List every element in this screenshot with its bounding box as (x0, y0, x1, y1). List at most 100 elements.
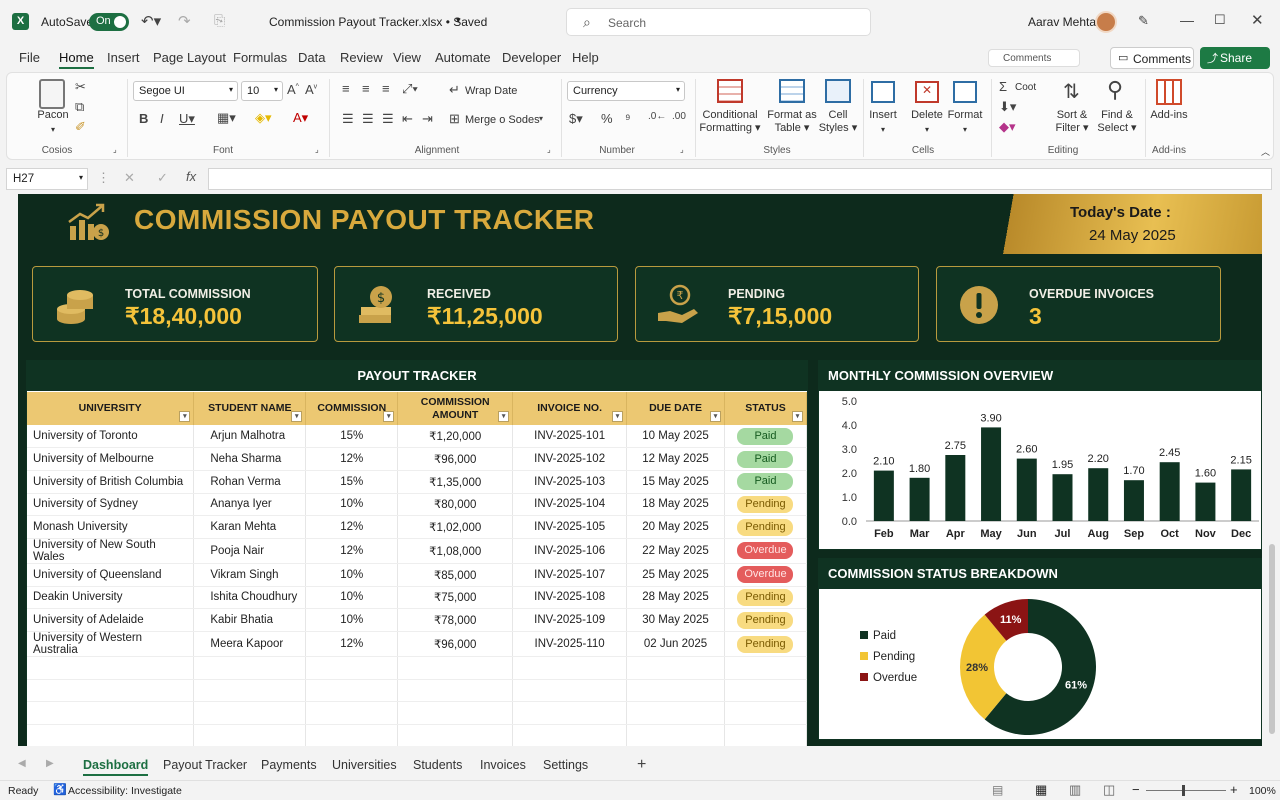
table-cell[interactable]: ₹80,000 (397, 493, 514, 517)
table-cell[interactable]: INV-2025-102 (512, 447, 628, 471)
autosum-icon[interactable]: Σ (999, 79, 1007, 94)
font-name-combo[interactable]: Segoe UI ▾ (133, 81, 238, 101)
table-cell[interactable]: ₹75,000 (397, 586, 514, 610)
table-cell[interactable]: INV-2025-105 (512, 515, 628, 539)
decrease-indent-icon[interactable]: ⇤ (402, 111, 413, 127)
table-row[interactable]: University of New South Wales Pooja Nair 1… (27, 538, 808, 564)
more-icon[interactable]: ⋮ (97, 170, 110, 186)
table-cell[interactable]: 02 Jun 2025 (626, 631, 725, 657)
empty-cell[interactable] (305, 724, 399, 746)
align-bottom-icon[interactable]: ≡ (382, 81, 390, 96)
page-break-view-icon[interactable]: ◫ (1103, 782, 1115, 798)
page-layout-view-icon[interactable]: ▥ (1069, 782, 1081, 798)
table-cell[interactable]: 15 May 2025 (626, 470, 725, 494)
increase-decimal-icon[interactable]: .0← (648, 111, 666, 122)
column-header[interactable]: COMMISSION AMOUNT ▾ (397, 392, 514, 425)
table-cell[interactable]: Ananya Iyer (193, 493, 307, 517)
delete-cells-icon[interactable]: ✕ (915, 81, 939, 103)
empty-cell[interactable] (724, 679, 808, 703)
table-cell[interactable]: ₹1,08,000 (397, 538, 514, 564)
redo-icon[interactable]: ↷ (178, 12, 191, 30)
table-cell[interactable]: ₹1,35,000 (397, 470, 514, 494)
share-button[interactable]: ⤴ Share (1200, 47, 1270, 69)
table-cell[interactable]: 28 May 2025 (626, 586, 725, 610)
empty-cell[interactable] (626, 679, 725, 703)
tab-students[interactable]: Students (413, 758, 462, 772)
clear-icon[interactable]: ◆▾ (999, 119, 1016, 135)
tab-invoices[interactable]: Invoices (480, 758, 526, 772)
table-row[interactable]: Monash University Karan Mehta 12% ₹1,02,000… (27, 515, 808, 539)
table-cell[interactable]: INV-2025-103 (512, 470, 628, 494)
table-cell[interactable]: 10% (305, 608, 399, 632)
borders-icon[interactable]: ▦▾ (217, 110, 236, 126)
find-select-button[interactable]: Find & Select ▾ (1095, 109, 1139, 135)
table-cell[interactable]: University of New South Wales (27, 538, 195, 564)
empty-cell[interactable] (724, 701, 808, 726)
status-cell[interactable]: Paid (724, 447, 808, 471)
percent-icon[interactable]: % (601, 111, 613, 126)
shrink-font-icon[interactable]: Av (305, 82, 317, 97)
table-cell[interactable]: Deakin University (27, 586, 195, 610)
table-cell[interactable]: Kabir Bhatia (193, 608, 307, 632)
quick-access-icon[interactable]: ⎘ (214, 12, 225, 29)
empty-cell[interactable] (27, 679, 195, 703)
zoom-out-icon[interactable]: − (1132, 782, 1140, 797)
empty-cell[interactable] (193, 679, 307, 703)
table-cell[interactable]: Arjun Malhotra (193, 425, 307, 449)
table-row[interactable]: University of Toronto Arjun Malhotra 15% ₹1… (27, 425, 808, 449)
table-cell[interactable]: Neha Sharma (193, 447, 307, 471)
table-row[interactable]: University of Melbourne Neha Sharma 12% ₹96… (27, 447, 808, 471)
column-header[interactable]: UNIVERSITY ▾ (27, 392, 195, 425)
table-cell[interactable]: INV-2025-104 (512, 493, 628, 517)
normal-view-icon[interactable]: ▦ (1035, 782, 1047, 798)
menu-formulas[interactable]: Formulas (233, 50, 287, 65)
currency-icon[interactable]: $▾ (569, 111, 583, 127)
status-cell[interactable]: Paid (724, 425, 808, 449)
table-cell[interactable]: 12% (305, 538, 399, 564)
status-cell[interactable]: Overdue (724, 563, 808, 587)
dialog-launcher-icon[interactable]: ⌟ (113, 145, 117, 154)
close-icon[interactable]: ✕ (1251, 11, 1264, 29)
table-cell[interactable]: ₹1,20,000 (397, 425, 514, 449)
table-cell[interactable]: INV-2025-101 (512, 425, 628, 449)
align-center-icon[interactable]: ☰ (362, 111, 374, 127)
table-cell[interactable]: ₹78,000 (397, 608, 514, 632)
user-name[interactable]: Aarav Mehta (1028, 15, 1096, 29)
empty-cell[interactable] (27, 656, 195, 680)
cell-styles-icon[interactable] (825, 79, 851, 103)
align-right-icon[interactable]: ☰ (382, 111, 394, 127)
empty-cell[interactable] (724, 724, 808, 746)
font-size-combo[interactable]: 10 ▾ (241, 81, 283, 101)
table-cell[interactable]: University of British Columbia (27, 470, 195, 494)
table-cell[interactable]: University of Melbourne (27, 447, 195, 471)
sort-filter-button[interactable]: Sort & Filter ▾ (1047, 109, 1097, 135)
comma-icon[interactable]: ⁹ (625, 111, 631, 126)
table-row[interactable]: University of British Columbia Rohan Verm… (27, 470, 808, 494)
enter-icon[interactable]: ✓ (157, 170, 168, 186)
table-cell[interactable]: 10% (305, 586, 399, 610)
comments-button[interactable]: ▭ Comments (1110, 47, 1194, 69)
table-cell[interactable]: 12% (305, 447, 399, 471)
table-cell[interactable]: INV-2025-108 (512, 586, 628, 610)
table-cell[interactable]: Meera Kapoor (193, 631, 307, 657)
tab-payments[interactable]: Payments (261, 758, 317, 772)
table-cell[interactable]: Monash University (27, 515, 195, 539)
zoom-slider[interactable] (1146, 785, 1226, 796)
table-cell[interactable]: INV-2025-106 (512, 538, 628, 564)
pen-icon[interactable]: ✎ (1138, 13, 1149, 29)
copy-icon[interactable]: ⧉ (75, 99, 84, 115)
menu-file[interactable]: File (19, 50, 40, 65)
insert-cells-icon[interactable] (871, 81, 895, 103)
font-color-icon[interactable]: A▾ (293, 110, 308, 126)
empty-cell[interactable] (626, 724, 725, 746)
table-row[interactable]: Deakin University Ishita Choudhury 10% ₹75,… (27, 586, 808, 610)
column-header[interactable]: INVOICE NO. ▾ (512, 392, 628, 425)
minimize-icon[interactable]: — (1180, 12, 1194, 28)
avatar[interactable] (1095, 11, 1117, 33)
column-header[interactable]: STUDENT NAME ▾ (193, 392, 307, 425)
cell-styles-button[interactable]: Cell Styles ▾ (815, 109, 861, 135)
table-cell[interactable]: 10% (305, 563, 399, 587)
status-cell[interactable]: Pending (724, 586, 808, 610)
empty-cell[interactable] (305, 679, 399, 703)
zoom-in-icon[interactable]: + (1230, 782, 1238, 797)
